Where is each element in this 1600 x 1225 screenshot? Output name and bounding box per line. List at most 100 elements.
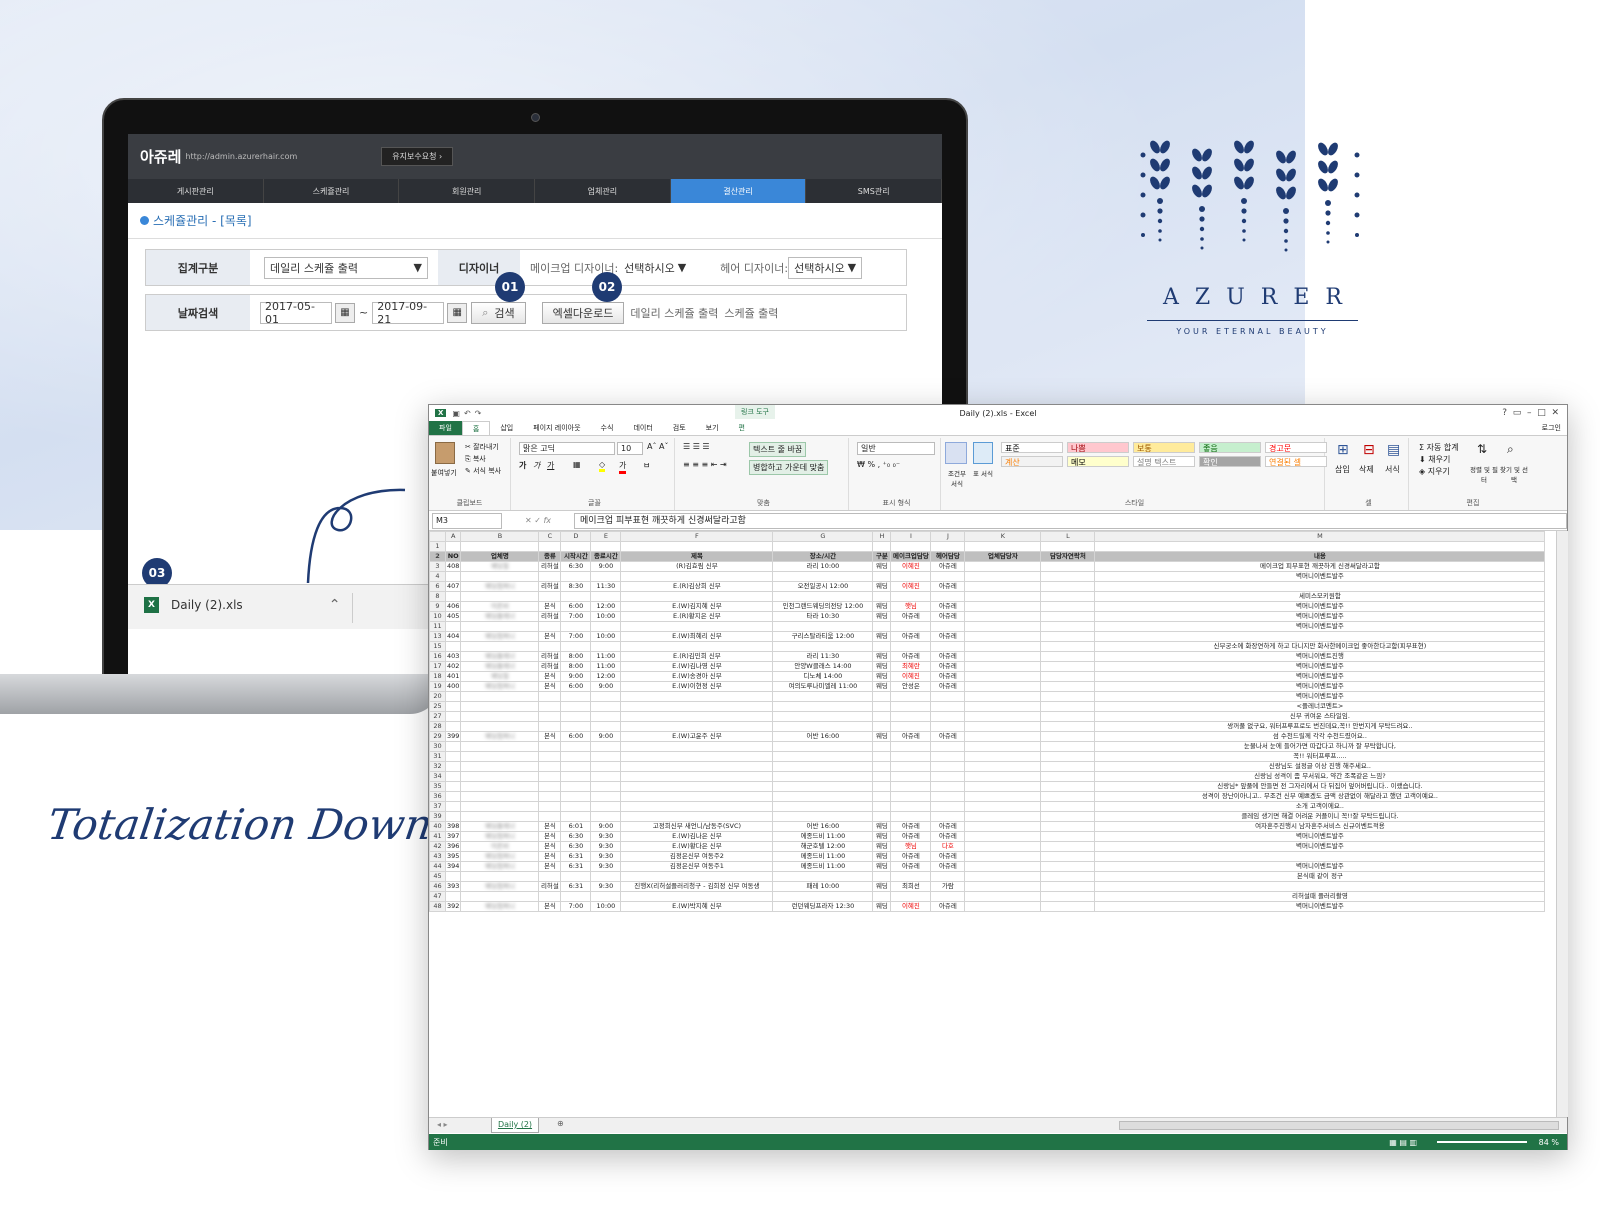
cell[interactable] (890, 891, 932, 902)
cell[interactable] (772, 791, 874, 802)
cell[interactable] (460, 811, 540, 822)
cell[interactable]: 9:30 (590, 841, 622, 852)
cell[interactable] (1040, 681, 1096, 692)
calendar-icon[interactable]: ▦ (447, 302, 468, 323)
cell[interactable] (460, 771, 540, 782)
cell[interactable]: 세미스모키원함 (1094, 591, 1546, 602)
cell[interactable] (964, 681, 1042, 692)
cell[interactable] (772, 641, 874, 652)
name-box[interactable]: M3 (432, 512, 502, 529)
column-letter[interactable]: L (1040, 531, 1096, 542)
cell[interactable] (1040, 631, 1096, 642)
cell[interactable] (538, 781, 562, 792)
cell[interactable] (590, 751, 622, 762)
cell[interactable]: 리허설 (538, 561, 562, 572)
row-number[interactable]: 28 (429, 721, 446, 732)
cell[interactable]: 400 (444, 681, 462, 692)
cell[interactable] (1040, 661, 1096, 672)
cell[interactable] (590, 781, 622, 792)
schedule-link[interactable]: 스케쥴 출력 (724, 305, 778, 321)
format-cells-icon[interactable]: ▤ (1387, 442, 1400, 458)
cell[interactable] (460, 871, 540, 882)
cell[interactable] (964, 641, 1042, 652)
cell[interactable] (872, 621, 892, 632)
cell[interactable]: 벽머니이벤트진행 (1094, 651, 1546, 662)
wrap-text-button[interactable]: 텍스트 줄 바꿈 (749, 442, 807, 457)
cell[interactable] (560, 761, 592, 772)
cell[interactable] (1040, 761, 1096, 772)
column-header[interactable]: 업체명 (460, 551, 540, 562)
cell[interactable] (964, 711, 1042, 722)
column-header[interactable]: 제목 (620, 551, 774, 562)
cell[interactable]: 고정희신부 새언니/남동주(SVC) (620, 821, 774, 832)
cell[interactable] (1040, 811, 1096, 822)
cell[interactable]: 웨딩 (872, 731, 892, 742)
cell[interactable] (460, 751, 540, 762)
row-number[interactable]: 25 (429, 701, 446, 712)
cell[interactable]: E.(W)김나영 신부 (620, 661, 774, 672)
cell[interactable] (872, 701, 892, 712)
cell[interactable] (1094, 541, 1546, 552)
cell[interactable] (620, 701, 774, 712)
cell[interactable] (560, 701, 592, 712)
cell[interactable]: <플레너코멘트> (1094, 701, 1546, 712)
fill-color-icon[interactable]: ◇ (599, 460, 606, 472)
cell[interactable] (620, 571, 774, 582)
cell[interactable] (930, 621, 966, 632)
chevron-up-icon[interactable]: ⌃ (329, 597, 341, 613)
cell[interactable] (1040, 881, 1096, 892)
conditional-format-label[interactable]: 조건부 서식 (945, 468, 969, 488)
cell[interactable] (964, 861, 1042, 872)
cell[interactable]: 웨딩컴퍼니 (460, 901, 540, 912)
cell[interactable]: 웨딩힐 (460, 561, 540, 572)
cell[interactable] (460, 741, 540, 752)
makeup-designer-select[interactable]: 선택하시오 ▼ (618, 257, 692, 279)
cell[interactable]: 9:30 (590, 861, 622, 872)
cell[interactable]: 11:00 (590, 661, 622, 672)
cell[interactable]: 이혜진 (890, 581, 932, 592)
cell[interactable]: 9:30 (590, 851, 622, 862)
cell[interactable] (560, 871, 592, 882)
cell[interactable] (1094, 851, 1546, 862)
cell[interactable]: 6:30 (560, 831, 592, 842)
maintenance-request-button[interactable]: 유지보수요청 › (381, 147, 454, 166)
cell[interactable]: 9:00 (590, 561, 622, 572)
cell[interactable]: 6:00 (560, 601, 592, 612)
cell[interactable] (1040, 711, 1096, 722)
cell[interactable] (1040, 731, 1096, 742)
cell[interactable] (772, 801, 874, 812)
cell[interactable] (872, 811, 892, 822)
cell[interactable] (620, 791, 774, 802)
column-letter[interactable]: J (930, 531, 966, 542)
cell[interactable] (964, 841, 1042, 852)
cell[interactable]: E.(W)박지혜 신부 (620, 901, 774, 912)
cell[interactable]: 아쥬레 (930, 731, 966, 742)
cell[interactable]: 클레임 생기면 해결 어려운 커플이니 꼭!!잘 부탁드립니다. (1094, 811, 1546, 822)
number-format-select[interactable]: 일반 (857, 442, 935, 455)
cell[interactable]: 리허설 (538, 661, 562, 672)
cell[interactable] (590, 811, 622, 822)
cell[interactable] (620, 811, 774, 822)
cell[interactable] (964, 811, 1042, 822)
cell[interactable]: 아쥬레 (890, 851, 932, 862)
cell[interactable] (964, 881, 1042, 892)
cell[interactable] (590, 691, 622, 702)
cell[interactable]: 이른비 (460, 601, 540, 612)
cell[interactable]: 웨딩컴퍼니 (460, 861, 540, 872)
cell[interactable] (590, 621, 622, 632)
cell[interactable] (620, 761, 774, 772)
cell[interactable]: 웨딩 (872, 881, 892, 892)
cell[interactable]: 이혜진 (890, 901, 932, 912)
cell[interactable]: E.(W)이현정 신부 (620, 681, 774, 692)
cell[interactable]: 6:30 (560, 561, 592, 572)
cell[interactable] (930, 871, 966, 882)
cell[interactable] (964, 781, 1042, 792)
cell[interactable] (444, 761, 462, 772)
find-select-icon[interactable]: ⌕ (1507, 442, 1514, 457)
cell[interactable] (538, 571, 562, 582)
daily-schedule-link[interactable]: 데일리 스케쥴 출력 (630, 305, 718, 321)
login-link[interactable]: 로그인 (1542, 423, 1561, 433)
cell[interactable]: 399 (444, 731, 462, 742)
cell[interactable] (538, 761, 562, 772)
cell[interactable]: 본식 (538, 901, 562, 912)
